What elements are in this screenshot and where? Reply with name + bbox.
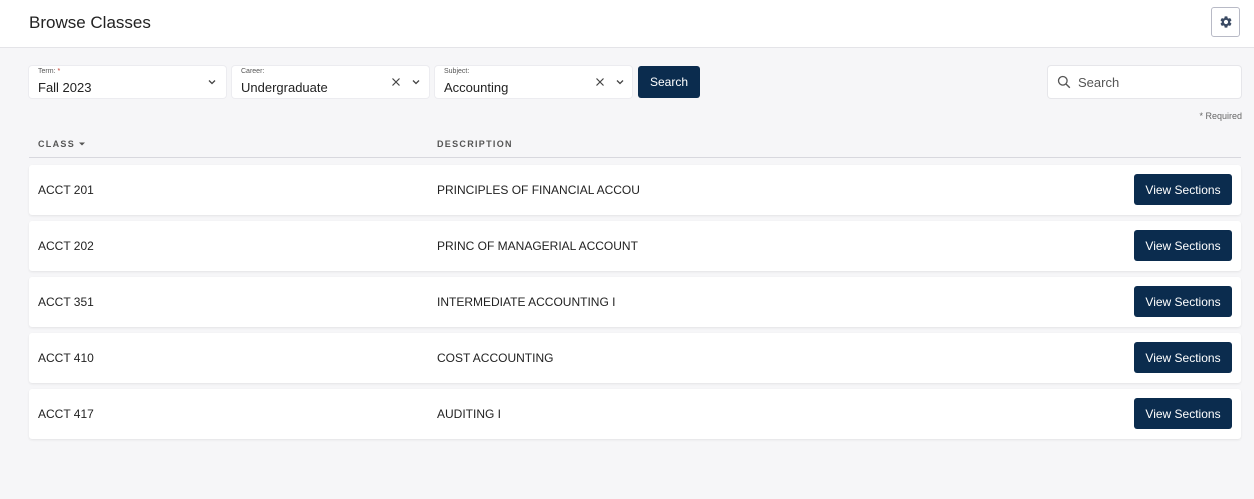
subject-value: Accounting — [444, 80, 509, 95]
settings-button[interactable] — [1211, 7, 1240, 37]
page-header: Browse Classes — [0, 0, 1254, 48]
clear-icon[interactable] — [595, 77, 605, 87]
page-title: Browse Classes — [29, 13, 151, 32]
career-label: Career: — [241, 68, 265, 75]
term-value: Fall 2023 — [38, 80, 92, 95]
class-code: ACCT 417 — [38, 407, 94, 421]
gear-icon — [1220, 16, 1231, 28]
class-description: PRINCIPLES OF FINANCIAL ACCOU — [437, 183, 640, 197]
table-row: ACCT 417 AUDITING I View Sections — [29, 389, 1241, 439]
subject-label: Subject: — [444, 68, 470, 75]
table-row: ACCT 201 PRINCIPLES OF FINANCIAL ACCOU V… — [29, 165, 1241, 215]
table-row: ACCT 410 COST ACCOUNTING View Sections — [29, 333, 1241, 383]
view-sections-button[interactable]: View Sections — [1134, 230, 1232, 261]
search-box[interactable] — [1048, 66, 1241, 98]
view-sections-button[interactable]: View Sections — [1134, 342, 1232, 373]
required-note: * Required — [1199, 111, 1242, 121]
class-description: PRINC OF MANAGERIAL ACCOUNT — [437, 239, 638, 253]
clear-icon[interactable] — [391, 77, 401, 87]
chevron-down-icon[interactable] — [615, 77, 625, 87]
subject-select[interactable]: Subject: Accounting — [435, 66, 632, 98]
view-sections-button[interactable]: View Sections — [1134, 174, 1232, 205]
divider — [29, 157, 1241, 158]
search-input[interactable] — [1078, 72, 1233, 92]
class-code: ACCT 351 — [38, 295, 94, 309]
column-header-description: DESCRIPTION — [437, 139, 513, 149]
term-label: Term: * — [38, 68, 61, 75]
chevron-down-icon[interactable] — [411, 77, 421, 87]
class-description: INTERMEDIATE ACCOUNTING I — [437, 295, 616, 309]
view-sections-button[interactable]: View Sections — [1134, 398, 1232, 429]
career-select[interactable]: Career: Undergraduate — [232, 66, 429, 98]
search-button[interactable]: Search — [638, 66, 700, 98]
class-code: ACCT 410 — [38, 351, 94, 365]
career-value: Undergraduate — [241, 80, 328, 95]
sort-down-icon — [79, 142, 86, 146]
class-description: AUDITING I — [437, 407, 502, 421]
class-code: ACCT 201 — [38, 183, 94, 197]
chevron-down-icon[interactable] — [207, 77, 217, 87]
term-select[interactable]: Term: * Fall 2023 — [29, 66, 226, 98]
table-row: ACCT 202 PRINC OF MANAGERIAL ACCOUNT Vie… — [29, 221, 1241, 271]
column-header-class[interactable]: CLASS — [38, 139, 86, 149]
class-description: COST ACCOUNTING — [437, 351, 554, 365]
view-sections-button[interactable]: View Sections — [1134, 286, 1232, 317]
table-row: ACCT 351 INTERMEDIATE ACCOUNTING I View … — [29, 277, 1241, 327]
class-code: ACCT 202 — [38, 239, 94, 253]
search-icon — [1057, 75, 1071, 89]
